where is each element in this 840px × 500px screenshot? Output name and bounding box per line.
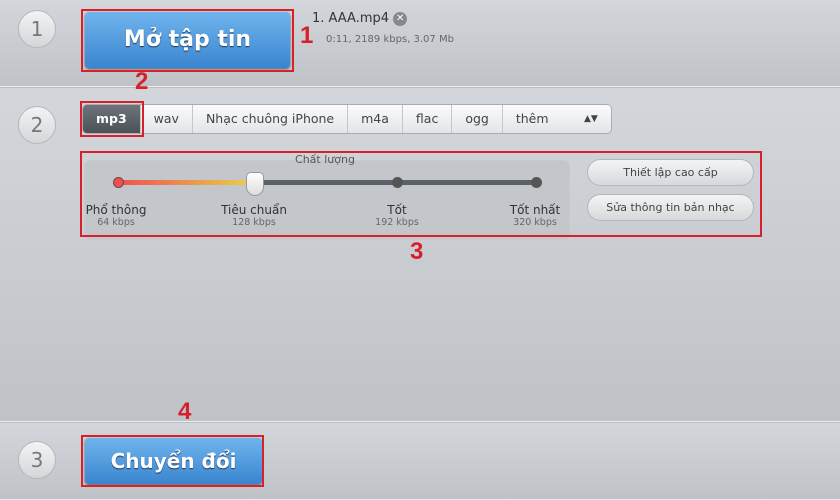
annotation-box [81, 9, 294, 72]
step-number: 2 [18, 106, 56, 144]
remove-file-icon[interactable]: ✕ [393, 11, 408, 26]
tab-flac[interactable]: flac [403, 105, 453, 133]
annotation-label: 4 [178, 398, 192, 425]
annotation-box [80, 151, 762, 237]
step-number: 1 [18, 10, 56, 48]
file-info: 0:11, 2189 kbps, 3.07 Mb [326, 34, 454, 45]
annotation-box [81, 435, 264, 487]
annotation-label: 2 [135, 68, 149, 95]
format-tabs: mp3 wav Nhạc chuông iPhone m4a flac ogg … [82, 104, 612, 134]
tab-more-label: thêm [515, 111, 549, 126]
annotation-box [80, 101, 144, 137]
tab-wav[interactable]: wav [141, 105, 193, 133]
annotation-label: 1 [300, 22, 314, 49]
updown-icon: ▲▼ [584, 114, 598, 124]
tab-ogg[interactable]: ogg [452, 105, 503, 133]
tab-iphone-ringtone[interactable]: Nhạc chuông iPhone [193, 105, 349, 133]
tab-m4a[interactable]: m4a [348, 105, 403, 133]
annotation-label: 3 [410, 238, 424, 265]
file-name: 1. AAA.mp4 ✕ [312, 11, 408, 26]
tab-more[interactable]: thêm ▲▼ [503, 105, 611, 133]
file-name-text: 1. AAA.mp4 [312, 11, 390, 26]
step-number: 3 [18, 441, 56, 479]
